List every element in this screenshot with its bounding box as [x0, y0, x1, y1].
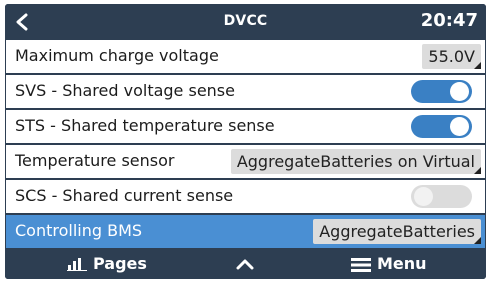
setting-label: Temperature sensor [15, 151, 175, 170]
pages-label: Pages [93, 254, 147, 273]
setting-temperature-sensor[interactable]: Temperature sensor AggregateBatteries on… [6, 145, 485, 178]
toggle-knob [450, 82, 469, 101]
setting-label: STS - Shared temperature sense [15, 116, 275, 135]
chevron-up-icon[interactable] [235, 256, 255, 272]
sts-toggle[interactable] [411, 115, 472, 138]
header-bar: DVCC 20:47 [5, 4, 486, 40]
toggle-knob [450, 117, 469, 136]
setting-label: SVS - Shared voltage sense [15, 81, 235, 100]
setting-controlling-bms[interactable]: Controlling BMS AggregateBatteries [6, 215, 485, 248]
setting-value: 55.0V [428, 47, 475, 66]
bar-chart-icon [67, 258, 87, 271]
scs-toggle[interactable] [411, 185, 472, 208]
setting-sts[interactable]: STS - Shared temperature sense [6, 110, 485, 143]
edit-indicator-icon [474, 62, 481, 69]
toggle-knob [414, 187, 433, 206]
value-max-charge-voltage[interactable]: 55.0V [422, 44, 481, 69]
setting-value: AggregateBatteries [319, 222, 475, 241]
app-frame: DVCC 20:47 Maximum charge voltage 55.0V … [5, 4, 486, 279]
edit-indicator-icon [474, 237, 481, 244]
clock: 20:47 [420, 10, 478, 31]
setting-label: SCS - Shared current sense [15, 186, 234, 205]
setting-value: AggregateBatteries on Virtual [236, 152, 475, 171]
setting-svs[interactable]: SVS - Shared voltage sense [6, 75, 485, 108]
page-title: DVCC [223, 13, 268, 29]
setting-scs[interactable]: SCS - Shared current sense [6, 180, 485, 213]
menu-label: Menu [377, 254, 427, 273]
setting-max-charge-voltage[interactable]: Maximum charge voltage 55.0V [6, 40, 485, 73]
footer-bar: Pages Menu [5, 250, 486, 279]
svs-toggle[interactable] [411, 80, 472, 103]
value-controlling-bms[interactable]: AggregateBatteries [313, 219, 481, 244]
hamburger-menu-icon [351, 258, 371, 272]
setting-label: Controlling BMS [15, 221, 143, 240]
value-temperature-sensor[interactable]: AggregateBatteries on Virtual [230, 149, 481, 174]
setting-label: Maximum charge voltage [15, 46, 219, 65]
edit-indicator-icon [474, 167, 481, 174]
